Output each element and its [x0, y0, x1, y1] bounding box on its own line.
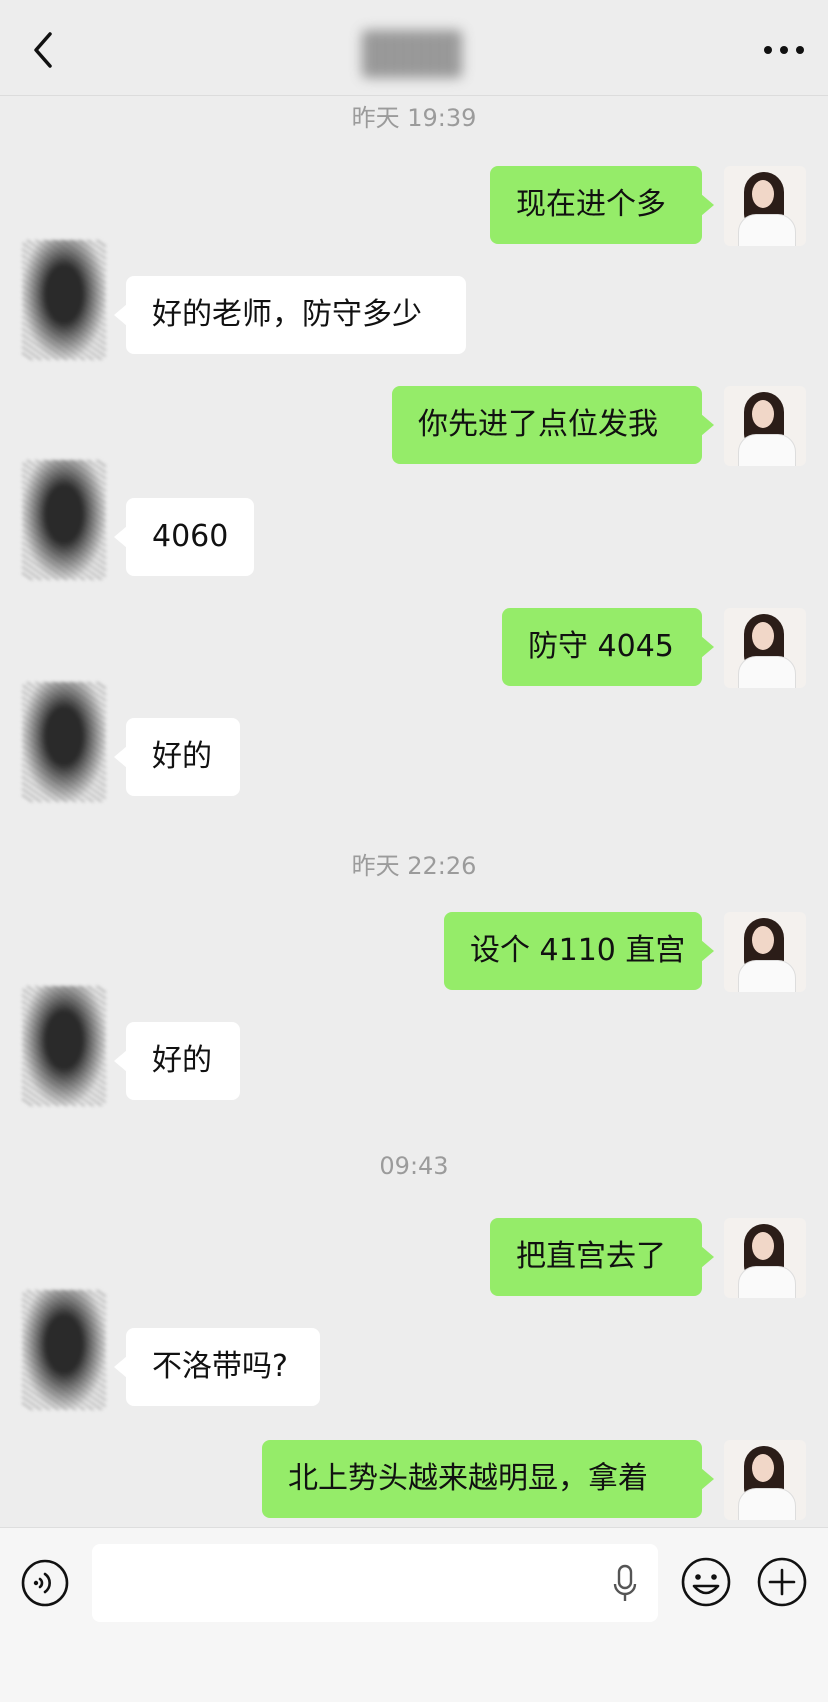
contact-message-bubble[interactable]: 好的	[114, 718, 240, 796]
contact-message-bubble[interactable]: 不洛带吗?	[114, 1328, 320, 1406]
my-message-bubble[interactable]: 把直宫去了	[490, 1218, 714, 1296]
input-bar	[0, 1527, 828, 1702]
timestamp: 09:43	[379, 1152, 449, 1180]
my-avatar[interactable]	[724, 1218, 806, 1298]
contact-avatar[interactable]	[22, 1290, 106, 1410]
chat-header	[0, 0, 828, 96]
message-input[interactable]	[92, 1544, 658, 1622]
chevron-left-icon[interactable]	[28, 30, 58, 70]
contact-avatar[interactable]	[22, 682, 106, 802]
plus-icon[interactable]	[756, 1556, 808, 1608]
my-avatar[interactable]	[724, 386, 806, 466]
timestamp: 昨天 19:39	[351, 104, 477, 132]
my-avatar[interactable]	[724, 1440, 806, 1520]
contact-message-bubble[interactable]: 好的	[114, 1022, 240, 1100]
contact-avatar[interactable]	[22, 986, 106, 1106]
my-message-bubble[interactable]: 你先进了点位发我	[392, 386, 714, 464]
my-avatar[interactable]	[724, 166, 806, 246]
my-message-bubble[interactable]: 防守 4045	[502, 608, 714, 686]
my-message-bubble[interactable]: 设个 4110 直宫	[444, 912, 714, 990]
my-message-bubble[interactable]: 现在进个多	[490, 166, 714, 244]
voice-icon[interactable]	[20, 1558, 70, 1608]
contact-avatar[interactable]	[22, 240, 106, 360]
microphone-icon[interactable]	[612, 1564, 638, 1604]
my-avatar[interactable]	[724, 912, 806, 992]
emoji-icon[interactable]	[680, 1556, 732, 1608]
chat-title	[362, 30, 462, 78]
more-horizontal-icon[interactable]	[762, 40, 806, 60]
contact-message-bubble[interactable]: 好的老师，防守多少	[114, 276, 466, 354]
my-message-bubble[interactable]: 北上势头越来越明显，拿着	[262, 1440, 714, 1518]
contact-message-bubble[interactable]: 4060	[114, 498, 254, 576]
contact-avatar[interactable]	[22, 460, 106, 580]
timestamp: 昨天 22:26	[351, 852, 477, 880]
my-avatar[interactable]	[724, 608, 806, 688]
